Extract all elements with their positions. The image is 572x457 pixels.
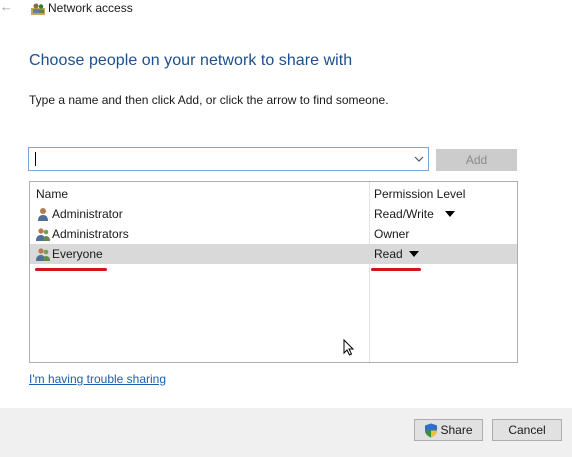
list-row-administrators[interactable]: Administrators Owner (30, 224, 517, 244)
add-button[interactable]: Add (436, 149, 517, 171)
list-row-everyone[interactable]: Everyone Read (30, 244, 517, 264)
chevron-down-icon[interactable] (414, 154, 424, 164)
dropdown-arrow-icon[interactable] (445, 211, 455, 217)
share-button-label: Share (440, 423, 473, 437)
cancel-button[interactable]: Cancel (492, 419, 562, 441)
row-permission[interactable]: Read/Write (374, 207, 434, 221)
share-button[interactable]: Share (414, 419, 483, 441)
group-icon (36, 248, 50, 261)
instructions-text: Type a name and then click Add, or click… (29, 93, 389, 107)
column-header-name[interactable]: Name (36, 187, 68, 201)
user-icon (38, 208, 48, 221)
row-name: Administrator (52, 207, 123, 221)
title-bar: ← Network access (0, 0, 572, 18)
row-permission[interactable]: Read (374, 247, 403, 261)
row-name: Administrators (52, 227, 129, 241)
back-arrow-icon[interactable]: ← (0, 0, 13, 14)
dialog-footer (0, 408, 572, 457)
annotation-underline-name (35, 268, 107, 271)
annotation-underline-permission (371, 268, 421, 271)
mouse-cursor-icon (343, 339, 355, 356)
window-title: Network access (48, 1, 133, 15)
text-caret (35, 152, 36, 166)
row-permission: Owner (374, 227, 410, 241)
share-list[interactable]: Name Permission Level Administrator Read… (29, 181, 518, 363)
list-row-administrator[interactable]: Administrator Read/Write (30, 204, 517, 224)
users-shared-icon (31, 3, 45, 15)
column-header-permission[interactable]: Permission Level (374, 187, 465, 201)
name-combobox[interactable] (28, 147, 429, 171)
trouble-sharing-link[interactable]: I'm having trouble sharing (29, 372, 166, 386)
page-title: Choose people on your network to share w… (29, 52, 353, 69)
row-name: Everyone (52, 247, 103, 261)
group-icon (36, 228, 50, 241)
uac-shield-icon (425, 423, 438, 437)
dropdown-arrow-icon[interactable] (409, 251, 419, 257)
